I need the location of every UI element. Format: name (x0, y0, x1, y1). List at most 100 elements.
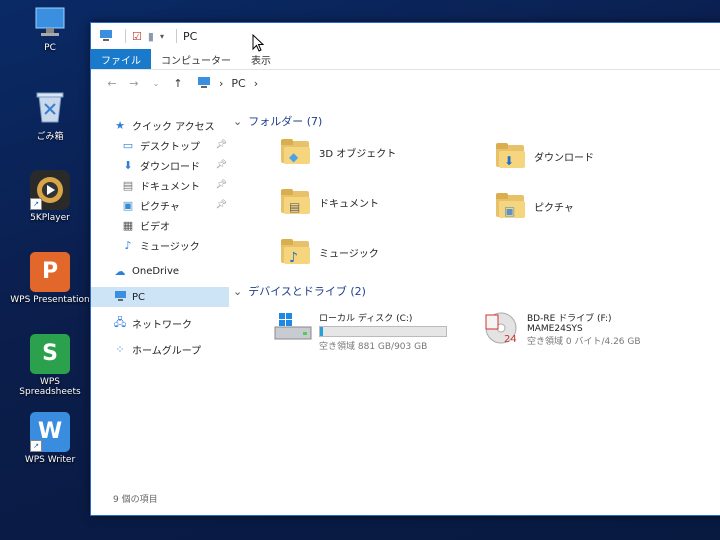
nav-item-documents[interactable]: ▤ ドキュメント 📌︎ (91, 175, 229, 195)
tab-file[interactable]: ファイル (91, 49, 151, 69)
pin-icon: 📌︎ (215, 200, 227, 210)
drive-free-space: 空き領域 881 GB/903 GB (319, 342, 428, 352)
shortcut-arrow-icon: ↗ (30, 198, 42, 210)
window-title: PC (182, 29, 198, 43)
nav-item-label: デスクトップ (140, 141, 200, 153)
nav-item-quick-access[interactable]: ★ クイック アクセス (91, 115, 229, 135)
nav-item-label: ドキュメント (140, 181, 200, 193)
nav-item-homegroup[interactable]: ⁘ ホームグループ (91, 339, 229, 359)
drive-volume-label: MAME24SYS (527, 324, 583, 334)
nav-item-label: ミュージック (140, 241, 200, 253)
app-glyph: S (42, 341, 58, 366)
pin-icon: 📌︎ (215, 180, 227, 190)
properties-icon[interactable]: ☑ (132, 30, 142, 43)
pin-icon: 📌︎ (215, 140, 227, 150)
desktop-icon-label: ごみ箱 (36, 132, 64, 142)
nav-item-pictures[interactable]: ▣ ピクチャ 📌︎ (91, 195, 229, 215)
folder-label: ダウンロード (534, 152, 594, 164)
pin-icon: 📌︎ (215, 160, 227, 170)
pc-icon (30, 4, 70, 40)
tab-computer[interactable]: コンピューター (151, 49, 241, 69)
folder-item-downloads[interactable]: ⬇ ダウンロード (496, 143, 594, 169)
title-bar: ☑ ▮ ▾ PC (91, 23, 720, 49)
nav-item-label: ピクチャ (140, 201, 180, 213)
drive-name: BD-RE ドライブ (F:) (527, 314, 612, 324)
nav-item-desktop[interactable]: ▭ デスクトップ 📌︎ (91, 135, 229, 155)
wps-writer-icon: W ↗ (30, 412, 70, 452)
network-icon: 🖧︎ (113, 315, 127, 329)
desktop-icon-label: 5KPlayer (30, 213, 70, 223)
breadcrumb-pc[interactable]: PC (231, 77, 245, 90)
pictures-folder-icon: ▣ (496, 193, 526, 219)
nav-item-label: PC (132, 291, 146, 303)
chevron-down-icon: ⌄ (233, 114, 243, 128)
nav-item-network[interactable]: 🖧︎ ネットワーク (91, 313, 229, 333)
group-header-label: フォルダー (7) (248, 115, 323, 128)
folder-item-documents[interactable]: ▤ ドキュメント (281, 189, 379, 215)
pc-icon (99, 29, 113, 44)
back-arrow-icon[interactable]: ← (101, 77, 123, 90)
up-arrow-icon[interactable]: ↑ (167, 77, 189, 90)
nav-item-onedrive[interactable]: ☁ OneDrive (91, 261, 229, 281)
folder-label: 3D オブジェクト (319, 148, 397, 160)
video-icon: ▦ (122, 218, 134, 232)
ribbon-tabs: ファイル コンピューター 表示 (91, 49, 720, 70)
folder-item-pictures[interactable]: ▣ ピクチャ (496, 193, 574, 219)
folder-item-3d-objects[interactable]: ◆ 3D オブジェクト (281, 139, 396, 165)
forward-arrow-icon[interactable]: → (123, 77, 145, 90)
music-folder-icon: ♪ (281, 239, 311, 266)
desktop-icon-recycle-bin[interactable]: ごみ箱 (8, 86, 92, 142)
recent-locations-chevron-icon[interactable]: ⌄ (145, 79, 167, 88)
wps-presentation-icon: P (30, 252, 70, 292)
folder-item-music[interactable]: ♪ ミュージック (281, 239, 379, 266)
tab-view[interactable]: 表示 (241, 49, 281, 69)
nav-item-music[interactable]: ♪ ミュージック (91, 235, 229, 255)
optical-disc-icon: 24 (481, 311, 521, 345)
status-bar-item-count: 9 個の項目 (113, 495, 158, 505)
recycle-bin-icon (30, 86, 70, 126)
nav-item-label: ダウンロード (140, 161, 200, 173)
folder-label: ドキュメント (319, 198, 379, 210)
nav-item-label: ビデオ (140, 221, 170, 233)
downloads-folder-icon: ⬇ (496, 143, 526, 169)
customize-toolbar-chevron-icon[interactable]: ▾ (160, 32, 164, 41)
desktop-icon-5kplayer[interactable]: ↗ 5KPlayer (8, 170, 92, 223)
star-icon: ★ (115, 118, 125, 132)
drive-item-bd-re[interactable]: 24 BD-RE ドライブ (F:) MAME24SYS 空き領域 0 バイト/… (481, 311, 641, 347)
desktop-icon-label: PC (44, 43, 56, 53)
folder-label: ピクチャ (534, 202, 574, 214)
breadcrumb[interactable]: › PC › (193, 76, 262, 91)
mouse-cursor-icon (252, 34, 264, 52)
drive-free-space: 空き領域 0 バイト/4.26 GB (527, 337, 641, 347)
desktop-icon-wps-presentation[interactable]: P WPS Presentation (8, 252, 92, 305)
nav-item-pc[interactable]: PC (91, 287, 229, 307)
new-folder-icon[interactable]: ▮ (148, 30, 154, 43)
address-bar: ← → ⌄ ↑ › PC › (91, 70, 720, 96)
folder-label: ミュージック (319, 248, 379, 260)
desktop-icon-column: PC ごみ箱 ↗ 5KPlayer P WPS Presentation S W… (0, 0, 100, 540)
pc-icon (113, 290, 127, 304)
breadcrumb-separator-icon: › (219, 76, 224, 90)
group-header-folders[interactable]: ⌄ フォルダー (7) (233, 113, 322, 129)
nav-item-label: ホームグループ (132, 345, 202, 357)
navigation-pane: ★ クイック アクセス ▭ デスクトップ 📌︎ ⬇ ダウンロード 📌︎ ▤ ドキ… (91, 107, 229, 507)
desktop-icon-pc[interactable]: PC (8, 4, 92, 53)
shortcut-arrow-icon: ↗ (30, 440, 42, 452)
breadcrumb-separator-icon: › (253, 76, 259, 90)
svg-text:24: 24 (504, 334, 517, 345)
nav-item-downloads[interactable]: ⬇ ダウンロード 📌︎ (91, 155, 229, 175)
drive-item-local-disk[interactable]: ローカル ディスク (C:) 空き領域 881 GB/903 GB (273, 311, 447, 352)
content-pane: ⌄ フォルダー (7) ◆ 3D オブジェクト ⬇ ダウンロード ▤ ドキュメン… (231, 107, 720, 507)
group-header-devices[interactable]: ⌄ デバイスとドライブ (2) (233, 283, 366, 299)
nav-item-label: クイック アクセス (132, 121, 215, 133)
cloud-icon: ☁ (114, 264, 126, 278)
desktop-icon-wps-spreadsheets[interactable]: S WPS Spreadsheets (8, 334, 92, 397)
nav-item-label: ネットワーク (132, 319, 192, 331)
document-icon: ▤ (122, 178, 134, 192)
nav-item-videos[interactable]: ▦ ビデオ (91, 215, 229, 235)
wps-spreadsheets-icon: S (30, 334, 70, 374)
desktop-icon-wps-writer[interactable]: W ↗ WPS Writer (8, 412, 92, 465)
desktop-icon-label: WPS Writer (24, 455, 76, 465)
group-header-label: デバイスとドライブ (2) (248, 285, 366, 298)
desktop-icon-label: WPS Spreadsheets (19, 377, 81, 397)
